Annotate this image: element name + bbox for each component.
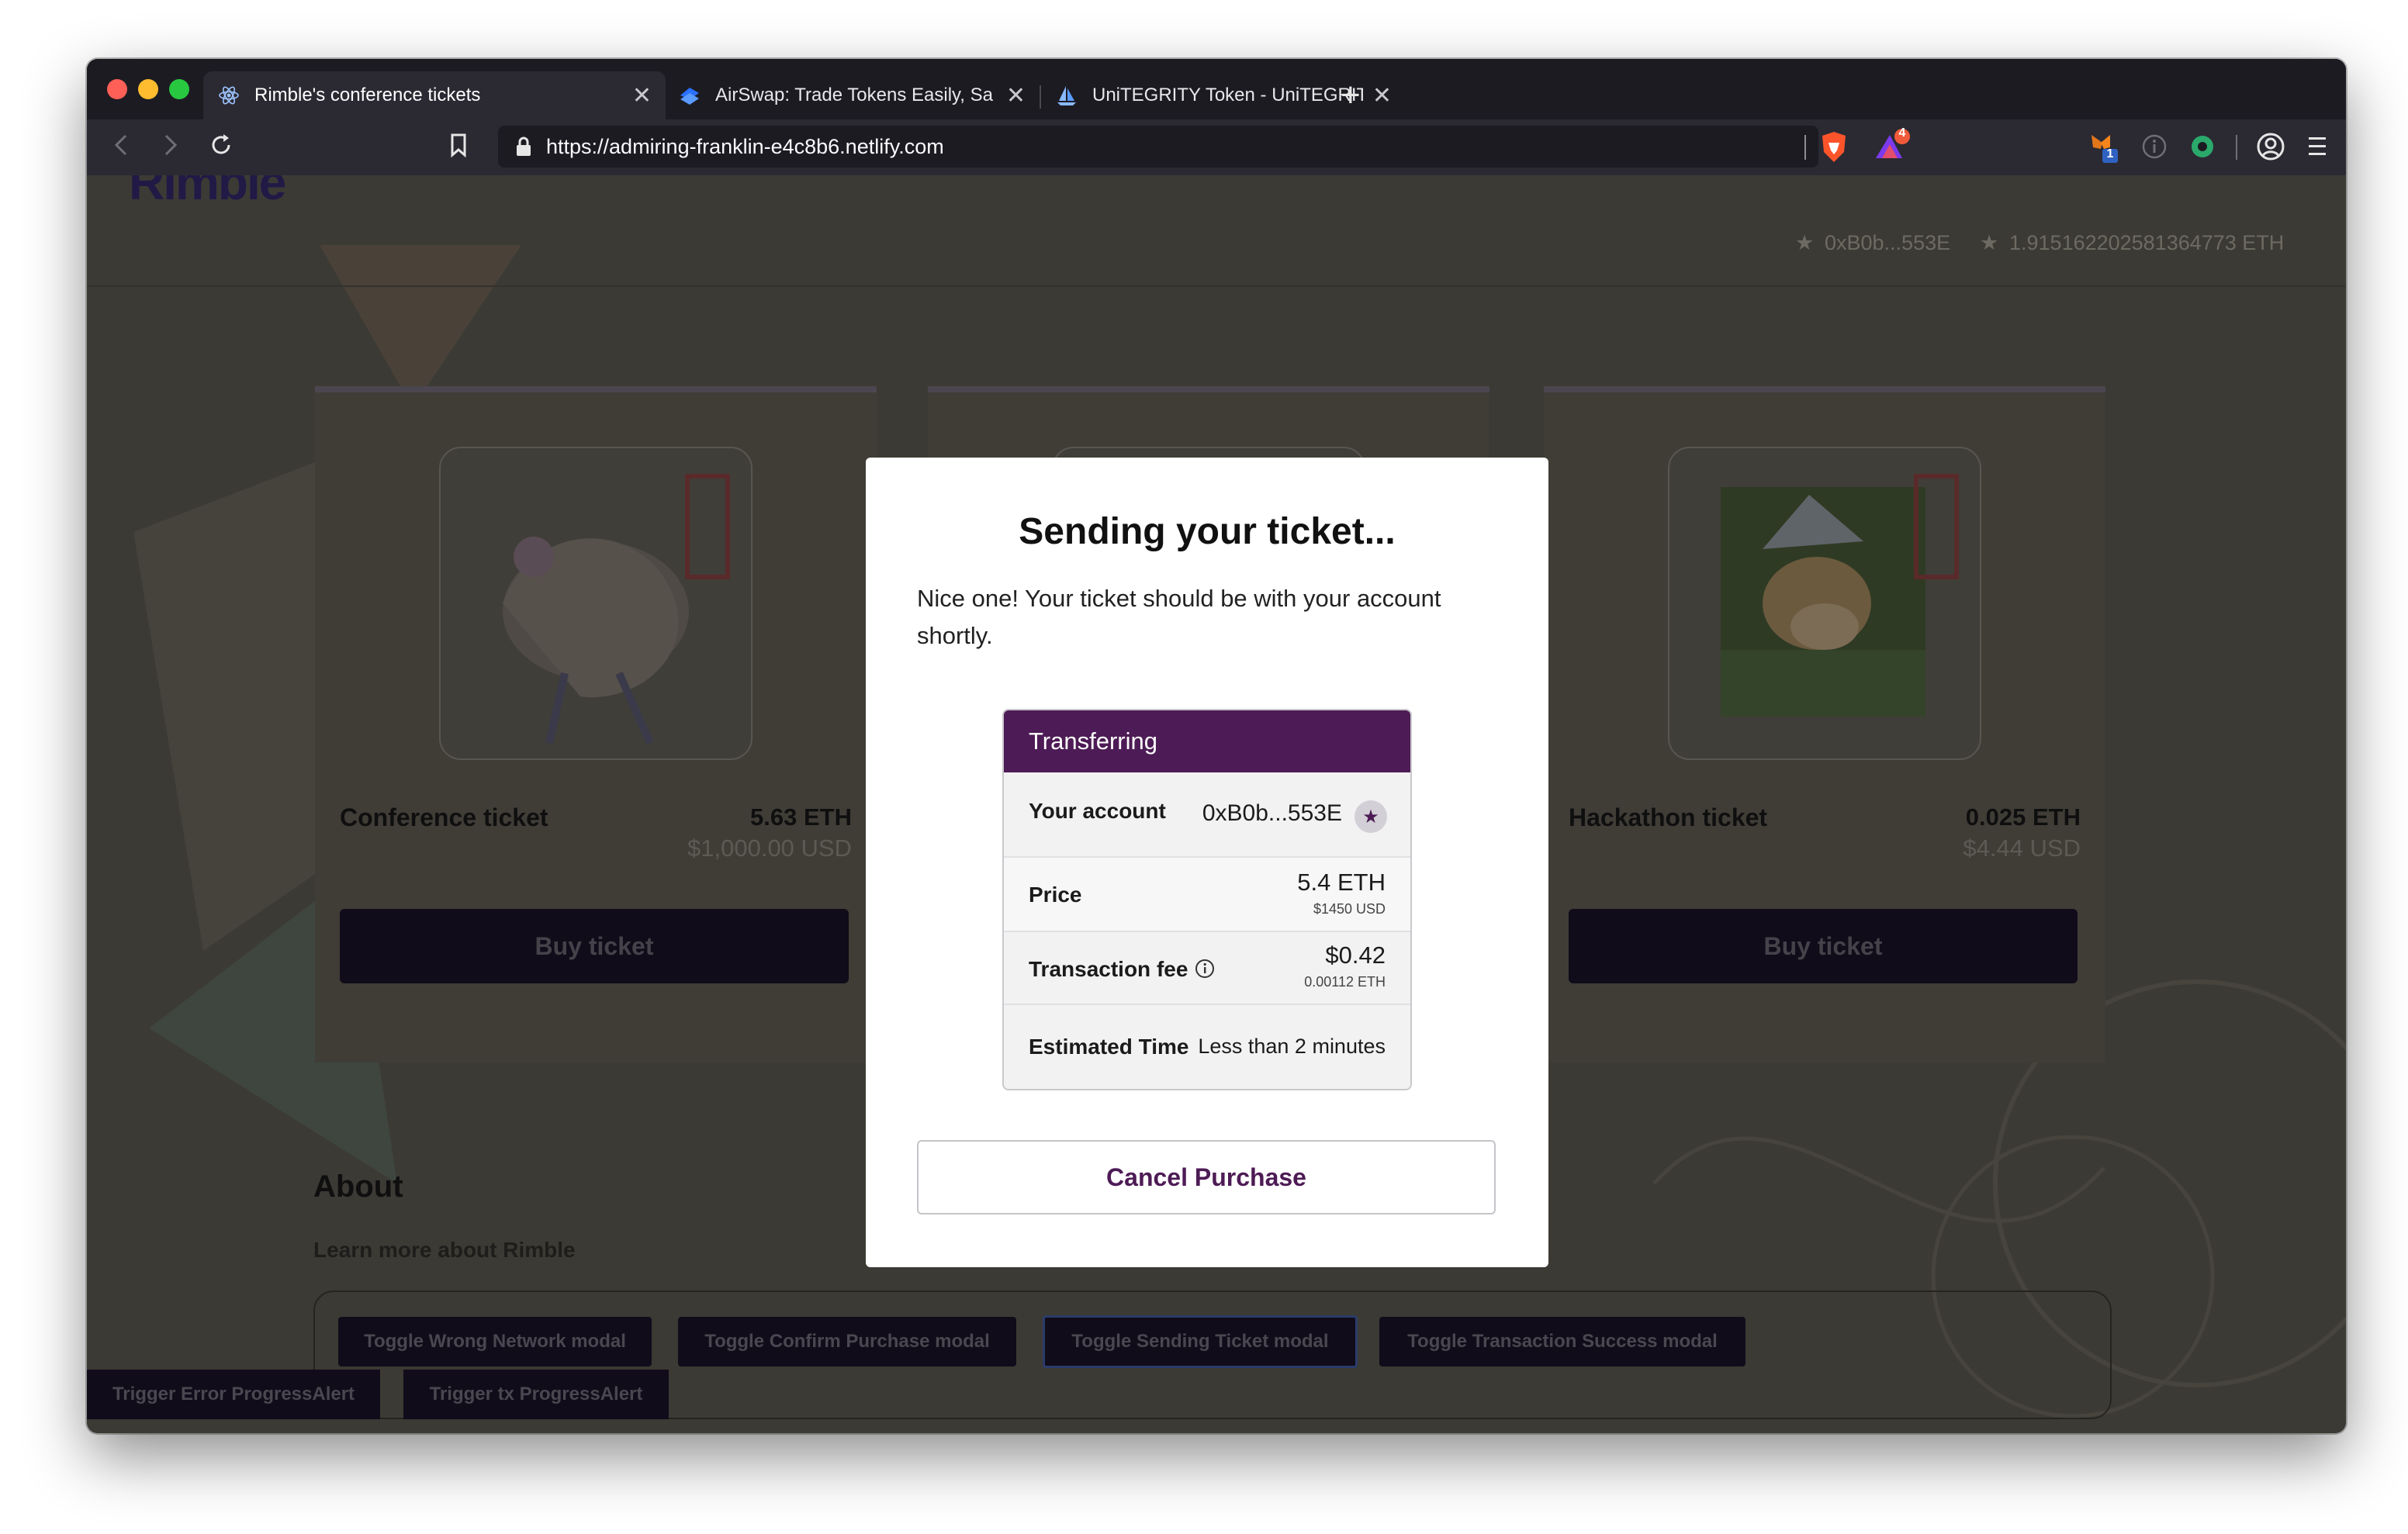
minimize-window-button[interactable]	[138, 79, 158, 99]
buy-ticket-button[interactable]: Buy ticket	[1569, 909, 2078, 983]
transfer-summary: Transferring Your account 0xB0b...553E ★…	[1002, 709, 1412, 1090]
tab-rimble[interactable]: Rimble's conference tickets ✕	[203, 71, 666, 119]
menu-icon[interactable]	[2307, 135, 2327, 162]
transfer-header: Transferring	[1004, 710, 1410, 772]
tab-title: AirSwap: Trade Tokens Easily, Sa	[715, 85, 993, 105]
tab-airswap[interactable]: AirSwap: Trade Tokens Easily, Sa ✕	[664, 71, 1040, 119]
lock-icon	[515, 136, 532, 157]
toggle-transaction-success-button[interactable]: Toggle Transaction Success modal	[1379, 1317, 1745, 1366]
record-icon[interactable]	[2189, 133, 2216, 164]
star-icon: ★	[1354, 800, 1387, 833]
ticket-price-usd: $1,000.00 USD	[687, 834, 852, 862]
browser-toolbar: https://admiring-franklin-e4c8b6.netlify…	[87, 119, 2346, 175]
page-content: Rimble ★ 0xB0b...553E ★ 1.91516220258136…	[87, 175, 2346, 1433]
info-icon[interactable]	[2141, 133, 2168, 164]
tab-title: UniTEGRITY Token - UniTEGRITY	[1092, 85, 1363, 105]
ticket-name: Hackathon ticket	[1569, 803, 1768, 831]
price-row: Price 5.4 ETH $1450 USD	[1004, 858, 1410, 932]
zoom-window-button[interactable]	[169, 79, 189, 99]
about-subheading: Learn more about Rimble	[313, 1238, 576, 1262]
tab-title: Rimble's conference tickets	[254, 85, 481, 105]
star-icon: ★	[1980, 231, 1999, 254]
close-window-button[interactable]	[107, 79, 127, 99]
back-icon[interactable]	[110, 132, 132, 165]
address-bar[interactable]: https://admiring-franklin-e4c8b6.netlify…	[498, 126, 1818, 168]
trigger-tx-alert-button[interactable]: Trigger tx ProgressAlert	[403, 1370, 669, 1419]
close-icon[interactable]: ✕	[632, 82, 652, 109]
account-label: Your account	[1029, 799, 1166, 823]
tab-strip: Rimble's conference tickets ✕ AirSwap: T…	[87, 59, 2346, 119]
new-tab-button[interactable]: +	[1341, 76, 1361, 115]
close-icon[interactable]: ✕	[1372, 82, 1392, 109]
toggle-confirm-purchase-button[interactable]: Toggle Confirm Purchase modal	[678, 1317, 1016, 1366]
ticket-artwork-robot	[439, 447, 752, 760]
star-icon: ★	[1795, 231, 1815, 254]
toggle-wrong-network-button[interactable]: Toggle Wrong Network modal	[338, 1317, 652, 1366]
header-divider	[87, 285, 2346, 287]
about-heading: About	[313, 1170, 403, 1204]
header-balance: 1.915162202581364773 ETH	[2009, 231, 2285, 254]
ticket-price-eth: 0.025 ETH	[1965, 803, 2081, 831]
alert-badge: 4	[1898, 126, 1906, 140]
trigger-error-alert-button[interactable]: Trigger Error ProgressAlert	[87, 1370, 380, 1419]
ticket-artwork-doge	[1668, 447, 1981, 760]
sailboat-icon	[1055, 84, 1078, 107]
brave-rewards-icon[interactable]: 4	[1871, 126, 1912, 168]
price-label: Price	[1029, 883, 1082, 907]
price-eth: 5.4 ETH	[1297, 869, 1386, 896]
reload-icon[interactable]	[208, 132, 234, 165]
forward-icon[interactable]	[160, 132, 182, 165]
account-icon[interactable]	[2256, 132, 2285, 165]
modal-title: Sending your ticket...	[1019, 511, 1396, 552]
close-icon[interactable]: ✕	[1006, 82, 1026, 109]
time-value: Less than 2 minutes	[1198, 1035, 1386, 1058]
buy-ticket-button[interactable]: Buy ticket	[340, 909, 849, 983]
info-icon[interactable]	[1195, 959, 1215, 983]
account-value: 0xB0b...553E	[1202, 800, 1342, 826]
ticket-card-conference: Conference ticket 5.63 ETH $1,000.00 USD…	[315, 386, 877, 1062]
site-logo: Rimble	[129, 175, 286, 210]
airswap-icon	[678, 84, 701, 107]
fee-eth: 0.00112 ETH	[1304, 974, 1386, 990]
ticket-name: Conference ticket	[340, 803, 548, 831]
ticket-price-usd: $4.44 USD	[1963, 834, 2081, 862]
fee-label: Transaction fee	[1029, 957, 1188, 981]
brave-shield-icon[interactable]	[1818, 130, 1849, 168]
fee-usd: $0.42	[1325, 941, 1386, 969]
time-label: Estimated Time	[1029, 1035, 1189, 1059]
extension-badge: 1	[2106, 147, 2114, 161]
ticket-price-eth: 5.63 ETH	[750, 803, 852, 831]
price-usd: $1450 USD	[1313, 901, 1386, 917]
browser-window: Rimble's conference tickets ✕ AirSwap: T…	[87, 59, 2346, 1433]
account-row: Your account 0xB0b...553E ★	[1004, 772, 1410, 858]
header-account: 0xB0b...553E	[1825, 231, 1951, 254]
divider	[2236, 135, 2237, 160]
modal-message: Nice one! Your ticket should be with you…	[917, 585, 1441, 649]
fee-row: Transaction fee $0.42 0.00112 ETH	[1004, 932, 1410, 1005]
react-icon	[217, 84, 240, 107]
toggle-sending-ticket-button[interactable]: Toggle Sending Ticket modal	[1043, 1315, 1358, 1368]
divider	[1804, 135, 1806, 160]
bookmark-icon[interactable]	[448, 132, 469, 165]
time-row: Estimated Time Less than 2 minutes	[1004, 1005, 1410, 1089]
ticket-card-hackathon: Hackathon ticket 0.025 ETH $4.44 USD Buy…	[1544, 386, 2105, 1062]
url-text: https://admiring-franklin-e4c8b6.netlify…	[546, 134, 944, 158]
metamask-icon[interactable]: 1	[2087, 130, 2121, 168]
sending-ticket-modal: Sending your ticket... Nice one! Your ti…	[866, 458, 1548, 1267]
cancel-purchase-button[interactable]: Cancel Purchase	[917, 1140, 1496, 1214]
